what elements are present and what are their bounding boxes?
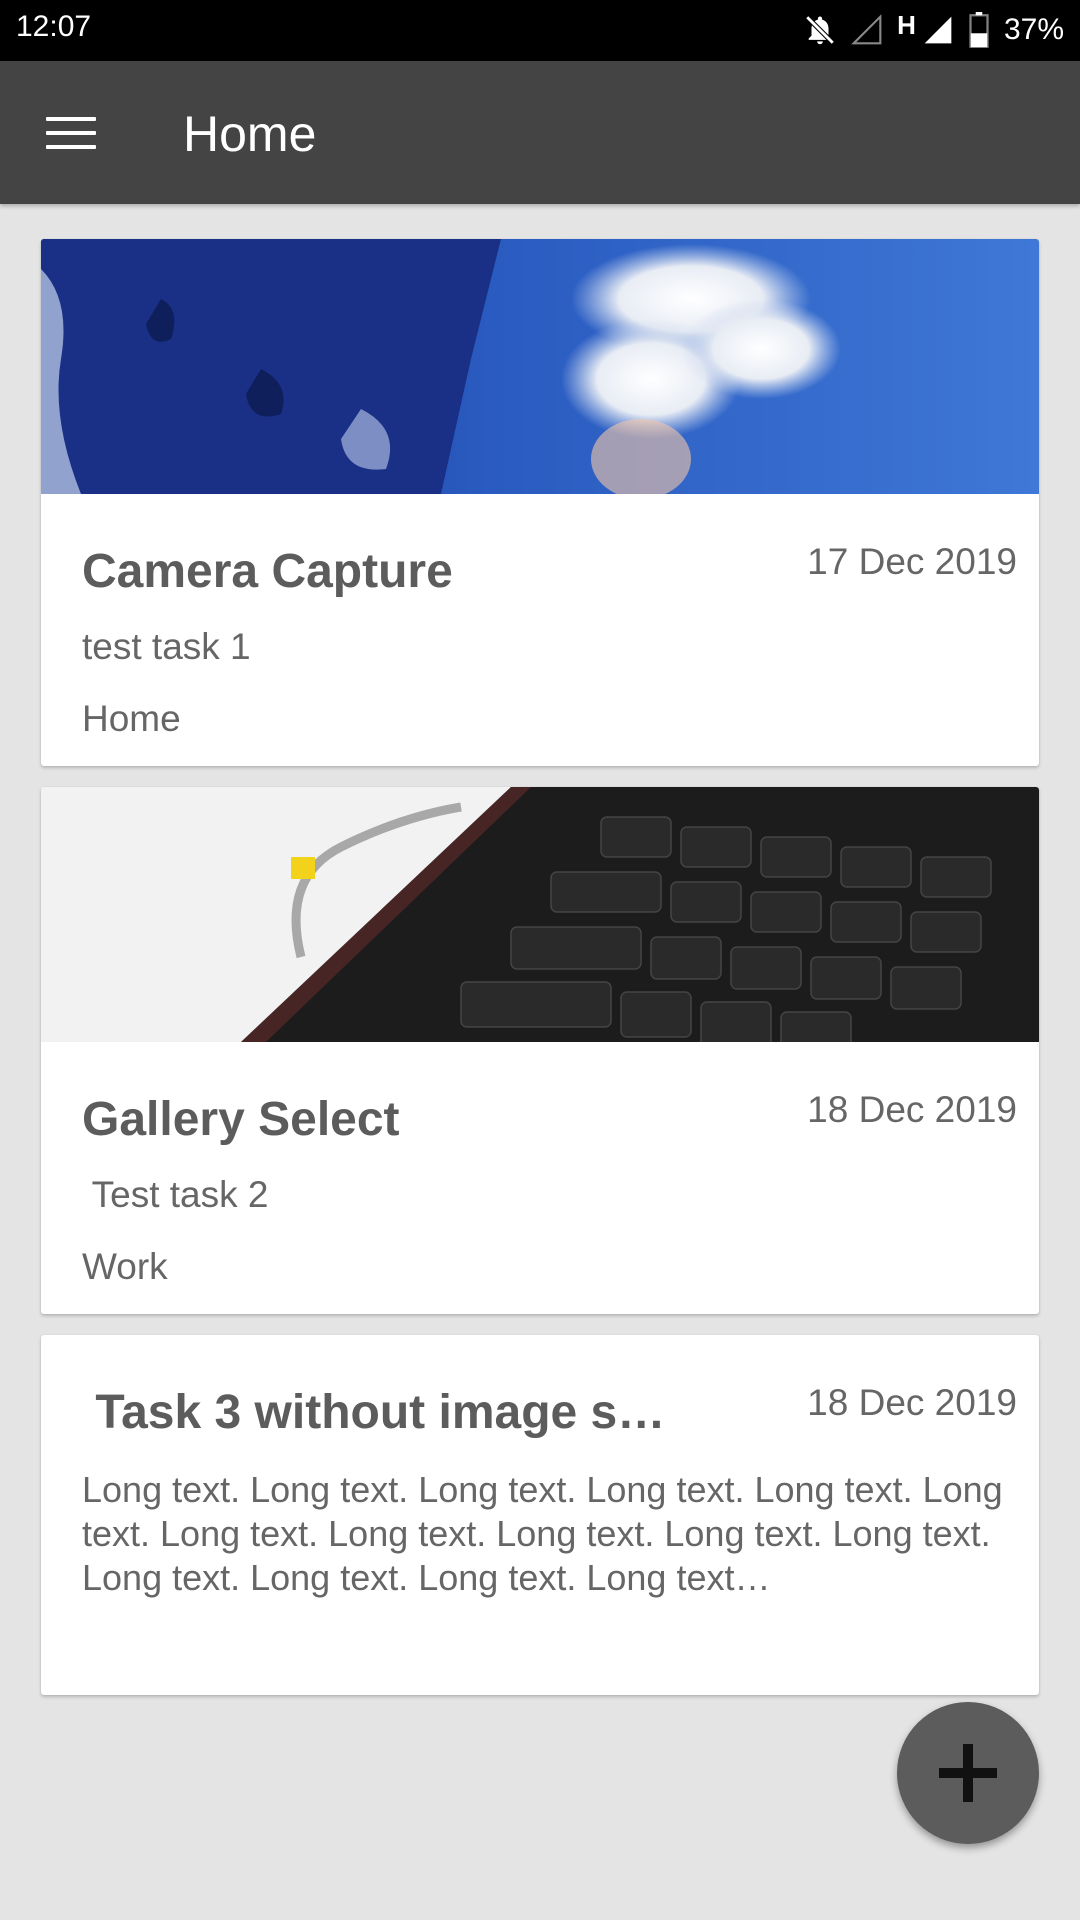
task-title: Camera Capture xyxy=(82,545,453,598)
battery-percent: 37% xyxy=(1003,13,1064,46)
status-icons: H 37% xyxy=(803,8,1064,52)
task-description: Test task 2 xyxy=(82,1174,269,1215)
task-card[interactable]: Camera Capture 17 Dec 2019 test task 1 H… xyxy=(41,239,1039,766)
task-card[interactable]: Task 3 without image s… 18 Dec 2019 Long… xyxy=(41,1335,1039,1695)
task-card[interactable]: Gallery Select 18 Dec 2019 Test task 2 W… xyxy=(41,787,1039,1314)
task-image-laptop-keyboard xyxy=(41,787,1039,1042)
task-description: test task 1 xyxy=(82,626,251,667)
signal-full-icon xyxy=(924,16,952,44)
task-category: Home xyxy=(82,698,181,739)
signal-empty-icon xyxy=(851,14,882,45)
notifications-off-icon xyxy=(805,15,835,45)
app-bar: Home xyxy=(0,61,1080,204)
battery-icon xyxy=(969,12,989,48)
task-image-sky-clouds xyxy=(41,239,1039,494)
network-type-label: H xyxy=(897,9,916,40)
status-time: 12:07 xyxy=(16,10,92,43)
task-date: 17 Dec 2019 xyxy=(807,541,1017,582)
status-bar: 12:07 H 37% xyxy=(0,0,1080,61)
add-task-button[interactable] xyxy=(897,1702,1039,1844)
plus-icon xyxy=(939,1744,997,1802)
task-title: Gallery Select xyxy=(82,1093,400,1146)
hamburger-menu-icon[interactable] xyxy=(46,117,96,151)
task-description: Long text. Long text. Long text. Long te… xyxy=(82,1469,1003,1598)
task-date: 18 Dec 2019 xyxy=(807,1089,1017,1130)
task-category: Work xyxy=(82,1246,168,1287)
task-date: 18 Dec 2019 xyxy=(807,1382,1017,1423)
page-title: Home xyxy=(183,106,317,162)
task-title: Task 3 without image s… xyxy=(82,1386,666,1439)
